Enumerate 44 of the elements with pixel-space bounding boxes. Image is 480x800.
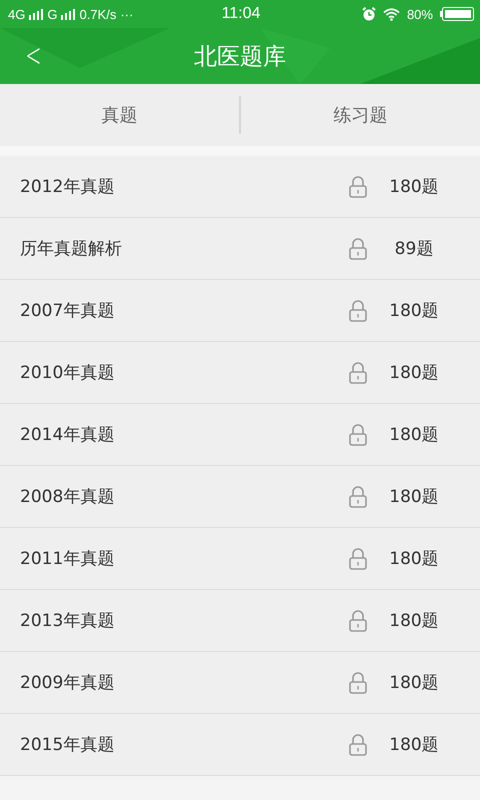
question-count: 180题 (388, 362, 440, 384)
network-speed: 0.7K/s (79, 6, 116, 22)
list-item[interactable]: 历年真题解析 89题 (0, 218, 480, 280)
item-title: 2007年真题 (20, 300, 116, 322)
item-title: 2014年真题 (20, 424, 116, 446)
list-item[interactable]: 2011年真题 180题 (0, 528, 480, 590)
item-title: 2010年真题 (20, 362, 116, 384)
page-title: 北医题库 (194, 42, 286, 72)
item-title: 2011年真题 (20, 548, 116, 570)
signal-icon (29, 8, 44, 20)
clock: 11:04 (222, 5, 260, 23)
list-item[interactable]: 2014年真题 180题 (0, 404, 480, 466)
question-count: 180题 (388, 672, 440, 694)
list-item[interactable]: 2012年真题 180题 (0, 156, 480, 218)
question-count: 180题 (388, 176, 440, 198)
item-title: 2012年真题 (20, 176, 116, 198)
list-item[interactable]: 2007年真题 180题 (0, 280, 480, 342)
item-title: 2009年真题 (20, 672, 116, 694)
item-title: 2015年真题 (20, 734, 116, 756)
wifi-icon (382, 8, 400, 20)
tab[interactable]: 练习题 (241, 84, 480, 146)
battery-percent: 80% (406, 6, 433, 22)
more-indicator: ··· (120, 6, 134, 22)
question-count: 180题 (388, 424, 440, 446)
battery-icon (440, 7, 474, 21)
tab[interactable]: 真题 (0, 84, 239, 146)
question-count: 180题 (388, 486, 440, 508)
item-title: 历年真题解析 (20, 238, 123, 260)
list-item[interactable]: 2009年真题 180题 (0, 652, 480, 714)
list-item[interactable]: 2010年真题 180题 (0, 342, 480, 404)
list-item[interactable]: 2008年真题 180题 (0, 466, 480, 528)
question-count: 89题 (394, 238, 434, 260)
question-count: 180题 (388, 300, 440, 322)
item-title: 2008年真题 (20, 486, 116, 508)
network-type: 4G (8, 6, 26, 22)
alarm-icon (362, 7, 376, 21)
question-count: 180题 (388, 548, 440, 570)
signal-icon (61, 8, 76, 20)
list-item[interactable]: 2013年真题 180题 (0, 590, 480, 652)
list-item[interactable]: 2015年真题 180题 (0, 714, 480, 776)
item-title: 2013年真题 (20, 610, 116, 632)
question-count: 180题 (388, 734, 440, 756)
network-type: G (47, 6, 58, 22)
question-count: 180题 (388, 610, 440, 632)
